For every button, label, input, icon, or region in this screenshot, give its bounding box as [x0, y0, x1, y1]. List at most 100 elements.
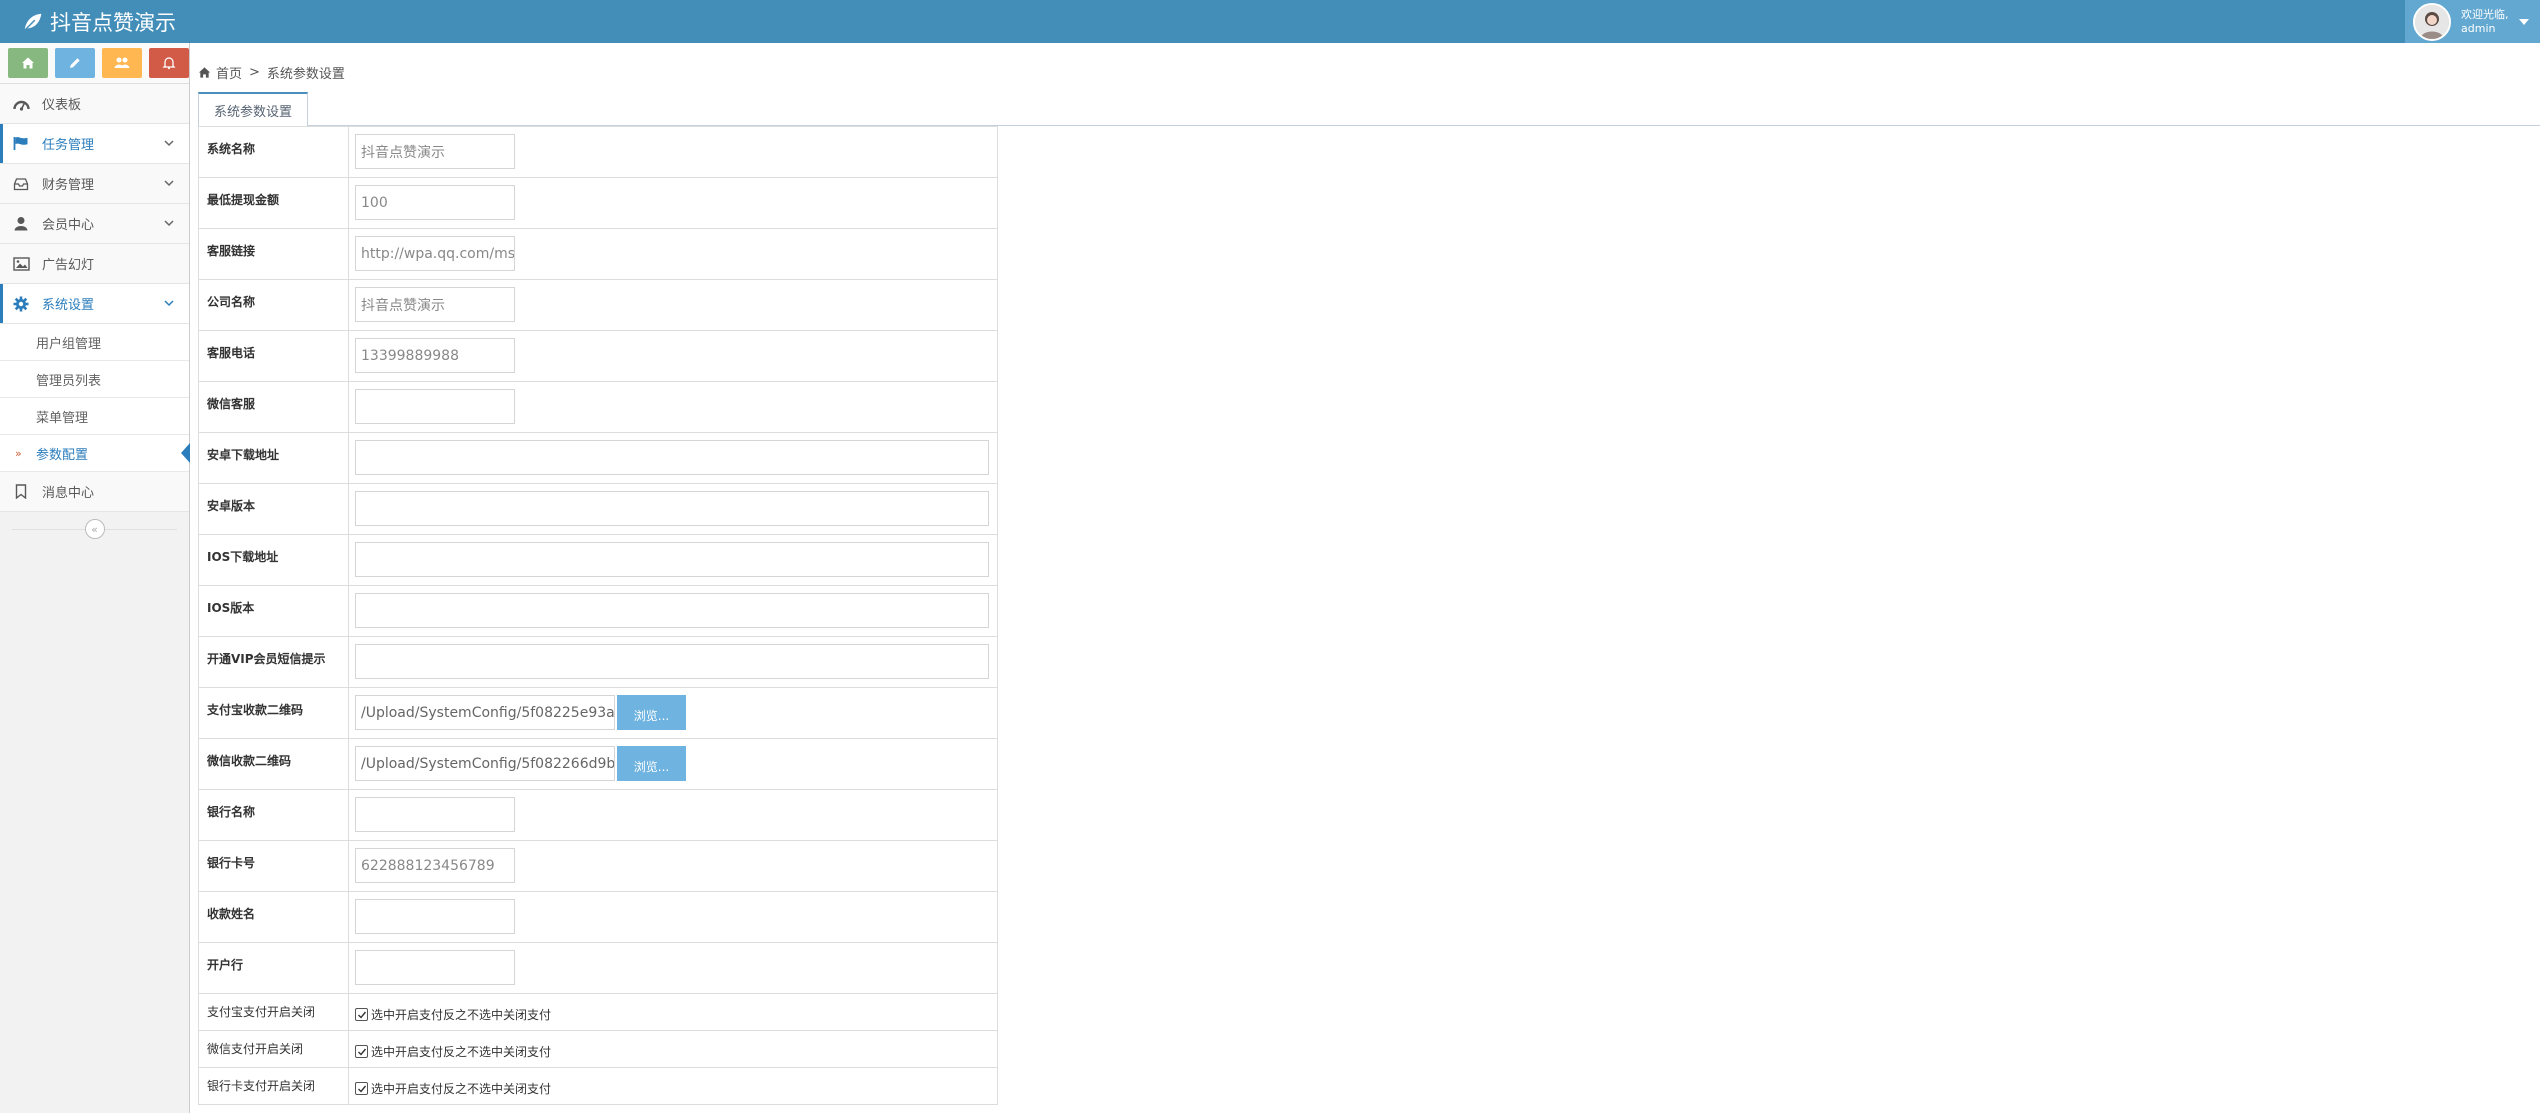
- field-label: 系统名称: [198, 126, 349, 178]
- form-row: 客服链接 http://wpa.qq.com/ms: [198, 228, 998, 280]
- field-label: 客服链接: [198, 228, 349, 280]
- dashboard-icon: [12, 95, 30, 113]
- wechat-qr-upload: /Upload/SystemConfig/5f082266d9bc 浏览...: [355, 746, 989, 781]
- alipay-qr-browse-button[interactable]: 浏览...: [617, 695, 686, 730]
- field-label: 微信客服: [198, 381, 349, 433]
- chevron-down-icon: [164, 180, 174, 187]
- sidebar-item-tasks[interactable]: 任务管理: [0, 124, 189, 164]
- wechat-switch-checkbox[interactable]: [355, 1045, 368, 1058]
- brand[interactable]: 抖音点赞演示: [22, 0, 176, 43]
- sidebar-item-settings[interactable]: 系统设置: [0, 284, 189, 324]
- field-label: 银行名称: [198, 789, 349, 841]
- field-label: 微信收款二维码: [198, 738, 349, 790]
- alipay-qr-path-input[interactable]: /Upload/SystemConfig/5f08225e93a1: [355, 695, 615, 730]
- field-label: 最低提现金额: [198, 177, 349, 229]
- sidebar-item-label: 系统设置: [42, 298, 95, 313]
- user-menu[interactable]: 欢迎光临, admin: [2405, 0, 2540, 43]
- bookmark-icon: [12, 483, 30, 501]
- form-row: 支付宝收款二维码 /Upload/SystemConfig/5f08225e93…: [198, 687, 998, 739]
- chevron-down-icon: [164, 140, 174, 147]
- double-chevron-right-icon: »: [15, 447, 22, 460]
- home-icon: [198, 66, 211, 78]
- sidebar-item-ads[interactable]: 广告幻灯: [0, 244, 189, 284]
- sidebar-item-label: 仪表板: [42, 98, 82, 113]
- wechat-service-input[interactable]: [355, 389, 515, 424]
- min-withdraw-input[interactable]: 100: [355, 185, 515, 220]
- sidebar-subitem-admin-list[interactable]: 管理员列表: [0, 361, 189, 398]
- sidebar-subitem-params[interactable]: » 参数配置: [0, 435, 190, 472]
- picture-icon: [12, 255, 30, 273]
- field-label: 公司名称: [198, 279, 349, 331]
- shortcut-edit-button[interactable]: [55, 48, 95, 78]
- username: admin: [2461, 21, 2496, 35]
- sidebar-collapse-bar: «: [0, 512, 189, 546]
- checkmark-icon: [357, 1011, 366, 1019]
- sidebar-subitem-menu-manage[interactable]: 菜单管理: [0, 398, 189, 435]
- checkmark-icon: [357, 1085, 366, 1093]
- bank-switch[interactable]: 选中开启支付反之不选中关闭支付: [355, 1078, 989, 1097]
- alipay-switch[interactable]: 选中开启支付反之不选中关闭支付: [355, 1004, 989, 1023]
- user-info: 欢迎光临, admin: [2461, 8, 2509, 36]
- sidebar-item-label: 财务管理: [42, 178, 95, 193]
- form-row: 收款姓名: [198, 891, 998, 943]
- company-name-input[interactable]: 抖音点赞演示: [355, 287, 515, 322]
- active-indicator: [181, 443, 190, 463]
- form-row: IOS下载地址: [198, 534, 998, 586]
- wechat-qr-path-input[interactable]: /Upload/SystemConfig/5f082266d9bc: [355, 746, 615, 781]
- sidebar-item-finance[interactable]: 财务管理: [0, 164, 189, 204]
- sidebar-item-label: 任务管理: [42, 138, 95, 153]
- form-row: IOS版本: [198, 585, 998, 637]
- form-row: 开户行: [198, 942, 998, 994]
- sidebar-item-members[interactable]: 会员中心: [0, 204, 189, 244]
- sidebar-shortcuts: [0, 43, 189, 84]
- breadcrumb-current: 系统参数设置: [266, 66, 345, 82]
- field-label: 安卓下载地址: [198, 432, 349, 484]
- checkmark-icon: [357, 1048, 366, 1056]
- caret-down-icon[interactable]: [2518, 18, 2529, 25]
- field-label: IOS版本: [198, 585, 349, 637]
- form-row: 安卓下载地址: [198, 432, 998, 484]
- sidebar: 仪表板 任务管理 财务管理 会员中心 广告幻灯 系统设置 用户组管理 管理员列表…: [0, 43, 190, 1113]
- form-row: 银行名称: [198, 789, 998, 841]
- tab-system-params[interactable]: 系统参数设置: [198, 92, 308, 127]
- avatar[interactable]: [2413, 2, 2451, 41]
- tab-bar: 系统参数设置: [198, 92, 2540, 127]
- sidebar-item-dashboard[interactable]: 仪表板: [0, 84, 189, 124]
- alipay-switch-checkbox[interactable]: [355, 1008, 368, 1021]
- bank-switch-checkbox[interactable]: [355, 1082, 368, 1095]
- shortcut-users-button[interactable]: [102, 48, 142, 78]
- form-row: 公司名称 抖音点赞演示: [198, 279, 998, 331]
- pencil-icon: [70, 58, 80, 68]
- field-label: IOS下载地址: [198, 534, 349, 586]
- service-phone-input[interactable]: 13399889988: [355, 338, 515, 373]
- form-row: 最低提现金额 100: [198, 177, 998, 229]
- wechat-qr-browse-button[interactable]: 浏览...: [617, 746, 686, 781]
- android-version-input[interactable]: [355, 491, 989, 526]
- ios-version-input[interactable]: [355, 593, 989, 628]
- breadcrumb-home-link[interactable]: 首页: [216, 63, 242, 82]
- form-row: 安卓版本: [198, 483, 998, 535]
- ios-url-input[interactable]: [355, 542, 989, 577]
- sidebar-subitem-label: 用户组管理: [36, 336, 102, 352]
- field-label: 收款姓名: [198, 891, 349, 943]
- bank-branch-input[interactable]: [355, 950, 515, 985]
- sidebar-subitem-user-groups[interactable]: 用户组管理: [0, 324, 189, 361]
- bank-card-input[interactable]: 622888123456789: [355, 848, 515, 883]
- form-row: 银行卡支付开启关闭 选中开启支付反之不选中关闭支付: [198, 1067, 998, 1105]
- wechat-switch[interactable]: 选中开启支付反之不选中关闭支付: [355, 1041, 989, 1060]
- site-name-input[interactable]: 抖音点赞演示: [355, 134, 515, 169]
- vip-sms-tip-input[interactable]: [355, 644, 989, 679]
- bank-name-input[interactable]: [355, 797, 515, 832]
- shortcut-notice-button[interactable]: [149, 48, 189, 78]
- settings-submenu: 用户组管理 管理员列表 菜单管理 » 参数配置: [0, 324, 190, 472]
- alipay-switch-text: 选中开启支付反之不选中关闭支付: [371, 1008, 552, 1022]
- payee-name-input[interactable]: [355, 899, 515, 934]
- sidebar-subitem-label: 参数配置: [36, 447, 89, 463]
- service-link-input[interactable]: http://wpa.qq.com/ms: [355, 236, 515, 271]
- bell-icon: [162, 57, 176, 70]
- shortcut-home-button[interactable]: [8, 48, 48, 78]
- collapse-sidebar-icon[interactable]: «: [84, 519, 105, 539]
- sidebar-item-messages[interactable]: 消息中心: [0, 472, 189, 512]
- users-icon: [114, 57, 130, 68]
- android-url-input[interactable]: [355, 440, 989, 475]
